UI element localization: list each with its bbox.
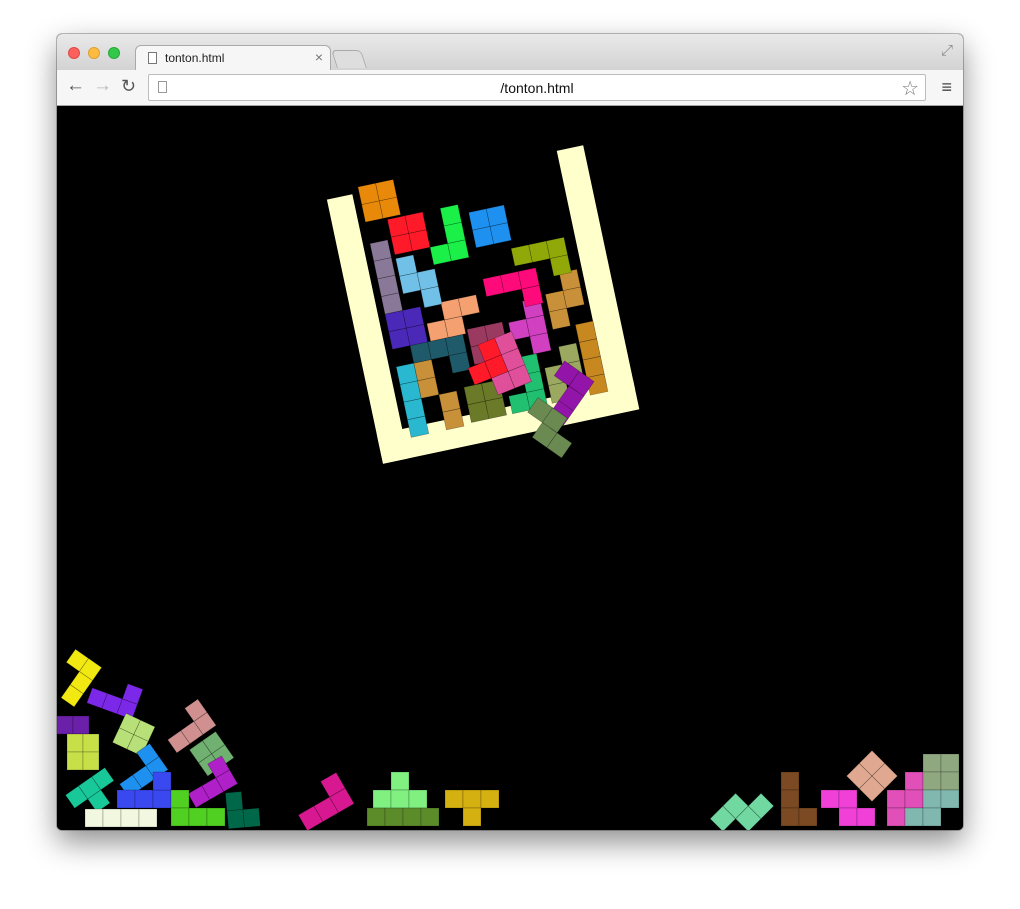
close-window-button[interactable] <box>68 47 80 59</box>
back-icon[interactable]: ← <box>66 76 85 96</box>
tetris-physics-scene <box>57 106 963 830</box>
close-tab-icon[interactable]: × <box>315 49 323 65</box>
page-icon <box>148 52 157 64</box>
bookmark-star-icon[interactable]: ☆ <box>901 76 919 101</box>
zoom-window-button[interactable] <box>108 47 120 59</box>
new-tab-button[interactable] <box>331 50 367 68</box>
menu-icon[interactable]: ≡ <box>941 77 952 98</box>
fullscreen-icon[interactable]: ⤢ <box>941 42 953 59</box>
reload-icon[interactable]: ↻ <box>121 76 136 96</box>
tab-strip: tonton.html × ⤢ <box>57 34 963 70</box>
background <box>57 106 963 830</box>
minimize-window-button[interactable] <box>88 47 100 59</box>
address-bar[interactable]: /tonton.html ☆ <box>148 74 926 101</box>
address-bar-url[interactable]: /tonton.html <box>149 80 925 96</box>
forward-icon[interactable]: → <box>93 76 112 96</box>
browser-toolbar: ← → ↻ /tonton.html ☆ ≡ <box>57 70 963 106</box>
browser-window: tonton.html × ⤢ ← → ↻ /tonton.html ☆ ≡ <box>57 34 963 830</box>
game-canvas[interactable] <box>57 106 963 830</box>
tab-tonton[interactable]: tonton.html × <box>135 45 331 70</box>
tab-title: tonton.html <box>165 51 225 65</box>
